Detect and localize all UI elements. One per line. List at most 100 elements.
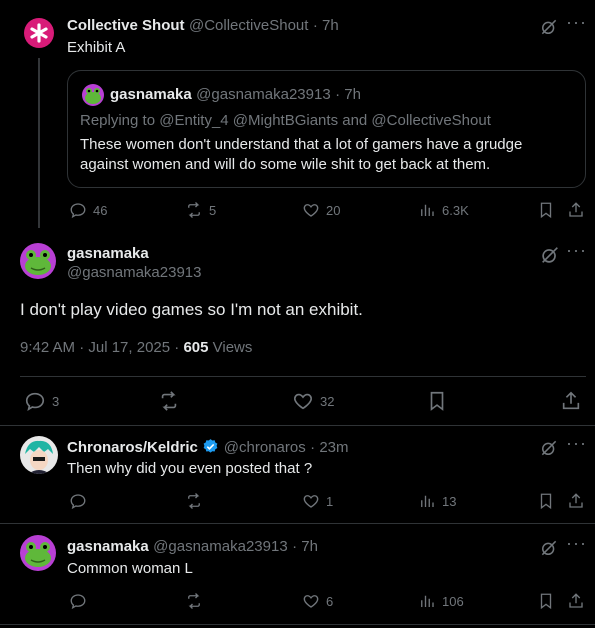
tweet-text: Common woman L	[67, 560, 193, 577]
share-button[interactable]	[560, 390, 582, 412]
views-icon	[418, 201, 436, 219]
like-button[interactable]: 20	[302, 201, 340, 219]
like-icon	[292, 390, 314, 412]
thread-line	[38, 58, 40, 228]
reply-icon	[69, 201, 87, 219]
asterisk-logo-icon	[30, 23, 48, 43]
reply-button[interactable]: 3	[24, 390, 59, 412]
like-icon	[302, 201, 320, 219]
views-button[interactable]: 13	[418, 492, 456, 510]
share-icon	[560, 390, 582, 412]
views-button[interactable]: 6.3K	[418, 201, 469, 219]
author-name[interactable]: gasnamaka	[67, 245, 149, 262]
like-count: 6	[326, 593, 334, 609]
like-button[interactable]: 32	[292, 390, 334, 412]
divider	[0, 425, 595, 426]
views-count: 6.3K	[442, 202, 469, 218]
views-label: Views	[208, 339, 253, 356]
like-count: 1	[326, 493, 334, 509]
divider	[20, 376, 586, 377]
avatar-gasnamaka[interactable]	[20, 535, 56, 571]
more-icon[interactable]: ···	[566, 240, 587, 261]
divider	[0, 624, 595, 625]
more-icon[interactable]: ···	[566, 12, 587, 33]
timestamp[interactable]: · 23m	[310, 439, 348, 456]
bookmark-icon	[537, 492, 555, 510]
reply-icon	[69, 592, 87, 610]
like-button[interactable]: 1	[302, 492, 333, 510]
quote-author-name: gasnamaka	[110, 86, 192, 103]
share-button[interactable]	[567, 592, 585, 610]
like-icon	[302, 592, 320, 610]
anime-avatar-icon	[25, 440, 53, 474]
reply-icon	[24, 390, 46, 412]
repost-icon	[185, 201, 203, 219]
like-button[interactable]: 6	[302, 592, 333, 610]
share-icon	[567, 201, 585, 219]
frog-icon	[25, 542, 51, 567]
views-count: 106	[442, 593, 464, 609]
like-icon	[302, 492, 320, 510]
grok-icon[interactable]	[539, 17, 559, 42]
views-count: 605	[183, 339, 209, 356]
avatar-collective-shout[interactable]	[24, 18, 54, 48]
post-time[interactable]: 9:42 AM · Jul 17, 2025 ·	[20, 339, 183, 356]
avatar-gasnamaka[interactable]	[20, 243, 56, 279]
tweet-text: I don't play video games so I'm not an e…	[20, 300, 363, 319]
frog-icon	[25, 250, 51, 275]
author-handle[interactable]: @chronaros	[224, 439, 306, 456]
share-icon	[567, 492, 585, 510]
bookmark-button[interactable]	[537, 592, 555, 610]
reply-button[interactable]	[69, 592, 87, 610]
views-count: 13	[442, 493, 457, 509]
grok-icon[interactable]	[539, 244, 561, 271]
tweet-text: Exhibit A	[67, 39, 126, 56]
avatar-chronaros[interactable]	[20, 436, 58, 474]
repost-button[interactable]	[185, 492, 203, 510]
quote-author-handle: @gasnamaka23913	[196, 86, 331, 103]
timestamp[interactable]: · 7h	[313, 17, 339, 34]
share-button[interactable]	[567, 201, 585, 219]
reply-button[interactable]	[69, 492, 87, 510]
views-icon	[418, 592, 436, 610]
bookmark-button[interactable]	[537, 492, 555, 510]
reply-button[interactable]: 46	[69, 201, 107, 219]
author-name[interactable]: Collective Shout	[67, 17, 185, 34]
reply-icon	[69, 492, 87, 510]
reply-count: 46	[93, 202, 108, 218]
grok-icon[interactable]	[539, 538, 559, 563]
bookmark-icon	[426, 390, 448, 412]
views-button[interactable]: 106	[418, 592, 464, 610]
avatar-gasnamaka-small	[82, 84, 104, 106]
reply-count: 3	[52, 393, 60, 409]
author-name[interactable]: gasnamaka	[67, 538, 149, 555]
verified-icon	[203, 439, 218, 453]
bookmark-icon	[537, 592, 555, 610]
views-icon	[418, 492, 436, 510]
tweet-text: Then why did you even posted that ?	[67, 460, 313, 477]
like-count: 32	[320, 393, 335, 409]
bookmark-button[interactable]	[426, 390, 448, 412]
author-handle[interactable]: @gasnamaka23913	[153, 538, 288, 555]
frog-icon	[85, 88, 101, 104]
repost-button[interactable]	[158, 390, 180, 412]
author-handle[interactable]: @gasnamaka23913	[67, 264, 202, 281]
more-icon[interactable]: ···	[566, 533, 587, 554]
author-handle[interactable]: @CollectiveShout	[189, 17, 308, 34]
repost-count: 5	[209, 202, 217, 218]
share-button[interactable]	[567, 492, 585, 510]
timestamp[interactable]: · 7h	[292, 538, 318, 555]
author-name[interactable]: Chronaros/Keldric	[67, 439, 198, 456]
tweet-meta: 9:42 AM · Jul 17, 2025 · 605 Views	[20, 339, 252, 356]
repost-button[interactable]: 5	[185, 201, 216, 219]
tweet-header: Collective Shout @CollectiveShout · 7h	[67, 17, 339, 35]
grok-icon[interactable]	[539, 438, 559, 463]
more-icon[interactable]: ···	[566, 433, 587, 454]
replying-to: Replying to @Entity_4 @MightBGiants and …	[80, 112, 491, 129]
repost-icon	[185, 492, 203, 510]
quote-text: These women don't understand that a lot …	[80, 136, 523, 173]
repost-button[interactable]	[185, 592, 203, 610]
bookmark-button[interactable]	[537, 201, 555, 219]
repost-icon	[185, 592, 203, 610]
quoted-tweet[interactable]: gasnamaka @gasnamaka23913 · 7h Replying …	[67, 70, 586, 188]
